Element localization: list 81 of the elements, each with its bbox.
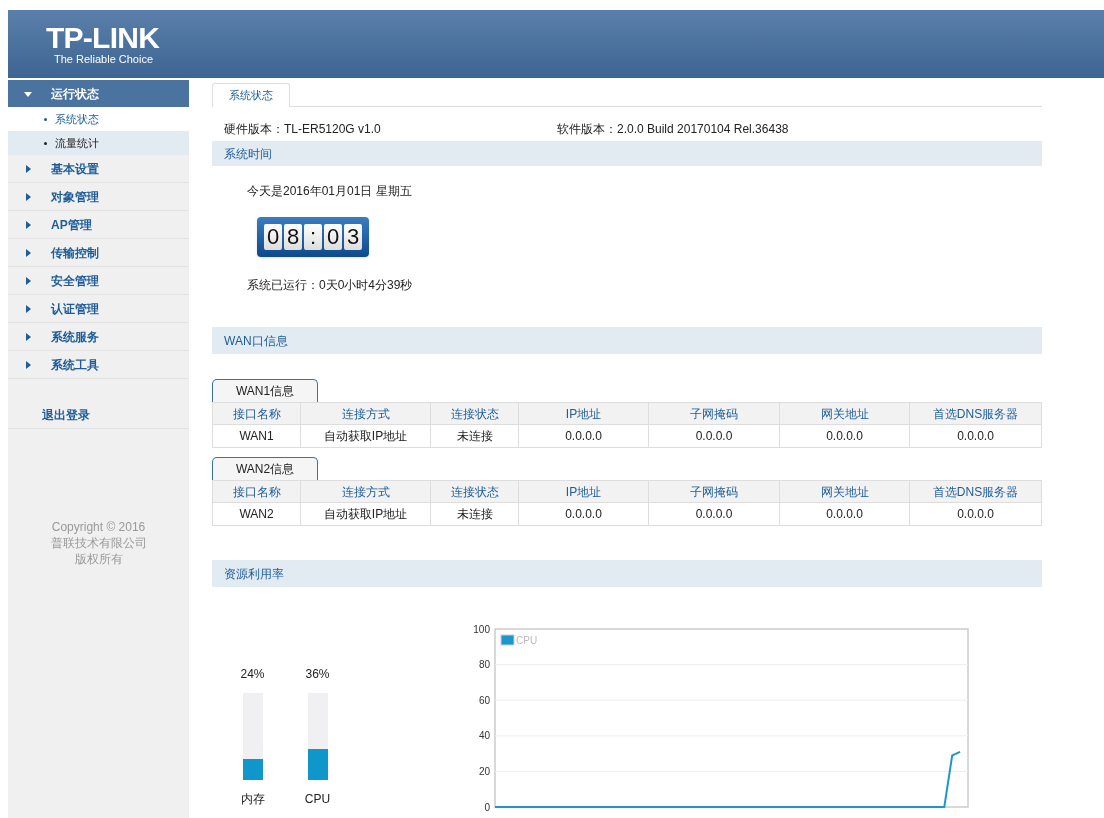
y-tick-label: 0 [484, 801, 490, 813]
nav-item[interactable]: 系统工具 [8, 351, 189, 379]
legend-label: CPU [516, 635, 538, 646]
column-header: IP地址 [519, 481, 649, 502]
copyright-text: 普联技术有限公司 [50, 535, 147, 551]
caret-right-icon [24, 248, 32, 257]
nav-item[interactable]: 基本设置 [8, 155, 189, 183]
table-cell: 0.0.0.0 [780, 425, 910, 447]
logo: TP-LINK [46, 22, 160, 53]
clock-digit: : [304, 224, 322, 250]
tab[interactable]: 系统状态 [212, 83, 290, 107]
column-header: 接口名称 [213, 403, 301, 424]
caret-right-icon [24, 164, 32, 173]
hardware-version: 硬件版本：TL-ER5120G v1.0 [224, 121, 382, 138]
meter-label: 内存 [240, 791, 265, 808]
nav-item[interactable]: 对象管理 [8, 183, 189, 211]
column-header: 网关地址 [780, 481, 910, 502]
clock-digit: 0 [324, 224, 342, 250]
table-cell: 0.0.0.0 [780, 503, 910, 525]
column-header: 接口名称 [213, 481, 301, 502]
column-header: 连接方式 [301, 481, 431, 502]
table-cell: 自动获取IP地址 [301, 425, 431, 447]
caret-right-icon [24, 220, 32, 229]
y-tick-label: 60 [478, 694, 490, 706]
table-tab[interactable]: WAN1信息 [212, 379, 318, 402]
table-tab[interactable]: WAN2信息 [212, 457, 318, 480]
table-cell: 未连接 [431, 503, 519, 525]
nav-item[interactable]: 安全管理 [8, 267, 189, 295]
nav-item[interactable]: AP管理 [8, 211, 189, 239]
nav-item[interactable]: 运行状态 [8, 80, 189, 107]
caret-right-icon [24, 192, 32, 201]
section-header: 资源利用率 [212, 560, 1042, 587]
section-header: 系统时间 [212, 141, 1042, 166]
table-cell: 0.0.0.0 [649, 425, 780, 447]
logout-link[interactable]: 退出登录 [42, 405, 90, 424]
nav-item[interactable]: 传输控制 [8, 239, 189, 267]
y-tick-label: 40 [478, 730, 490, 742]
caret-right-icon [24, 304, 32, 313]
section-header: WAN口信息 [212, 327, 1042, 354]
column-header: 子网掩码 [649, 403, 780, 424]
caret-down-icon [24, 89, 32, 98]
table-cell: WAN1 [213, 425, 301, 447]
meter-reading: 24% [240, 666, 265, 683]
column-header: 网关地址 [780, 403, 910, 424]
y-tick-label: 20 [478, 765, 490, 777]
y-tick-label: 100 [473, 623, 490, 635]
column-header: 子网掩码 [649, 481, 780, 502]
table-cell: 0.0.0.0 [519, 425, 649, 447]
meter-reading: 36% [305, 666, 330, 683]
table-cell: 0.0.0.0 [649, 503, 780, 525]
table-cell-text: 0.0.0.0 [956, 428, 995, 445]
caret-right-icon [24, 276, 32, 285]
legend-swatch [500, 634, 515, 646]
table-cell: 0.0.0.0 [519, 503, 649, 525]
caret-right-icon [24, 332, 32, 341]
column-header: IP地址 [519, 403, 649, 424]
clock-digit: 0 [264, 224, 282, 250]
nav-subitem[interactable]: 流量统计 [8, 131, 189, 155]
column-header: 首选DNS服务器 [931, 483, 1020, 501]
software-version: 软件版本：2.0.0 Build 20170104 Rel.36438 [557, 121, 789, 138]
table-cell: 自动获取IP地址 [301, 503, 431, 525]
y-tick-label: 80 [478, 659, 490, 671]
nav-item[interactable]: 认证管理 [8, 295, 189, 323]
copyright-text: Copyright © 2016 [51, 519, 146, 535]
column-header: 连接状态 [431, 481, 519, 502]
date-text: 今天是2016年01月01日 星期五 [247, 183, 412, 200]
nav-subitem[interactable]: 系统状态 [8, 107, 189, 131]
column-header: 首选DNS服务器 [931, 405, 1020, 423]
column-header: 连接状态 [431, 403, 519, 424]
table-cell: WAN2 [213, 503, 301, 525]
table-cell: 未连接 [431, 425, 519, 447]
table-cell-text: 0.0.0.0 [956, 506, 995, 523]
meter-label: CPU [304, 791, 331, 808]
clock-digit: 8 [284, 224, 302, 250]
caret-right-icon [24, 360, 32, 369]
tagline: The Reliable Choice [53, 52, 154, 66]
nav-item[interactable]: 系统服务 [8, 323, 189, 351]
clock-digit: 3 [344, 224, 362, 250]
column-header: 连接方式 [301, 403, 431, 424]
copyright-text: 版权所有 [74, 551, 123, 567]
uptime-text: 系统已运行：0天0小时4分39秒 [247, 277, 413, 294]
